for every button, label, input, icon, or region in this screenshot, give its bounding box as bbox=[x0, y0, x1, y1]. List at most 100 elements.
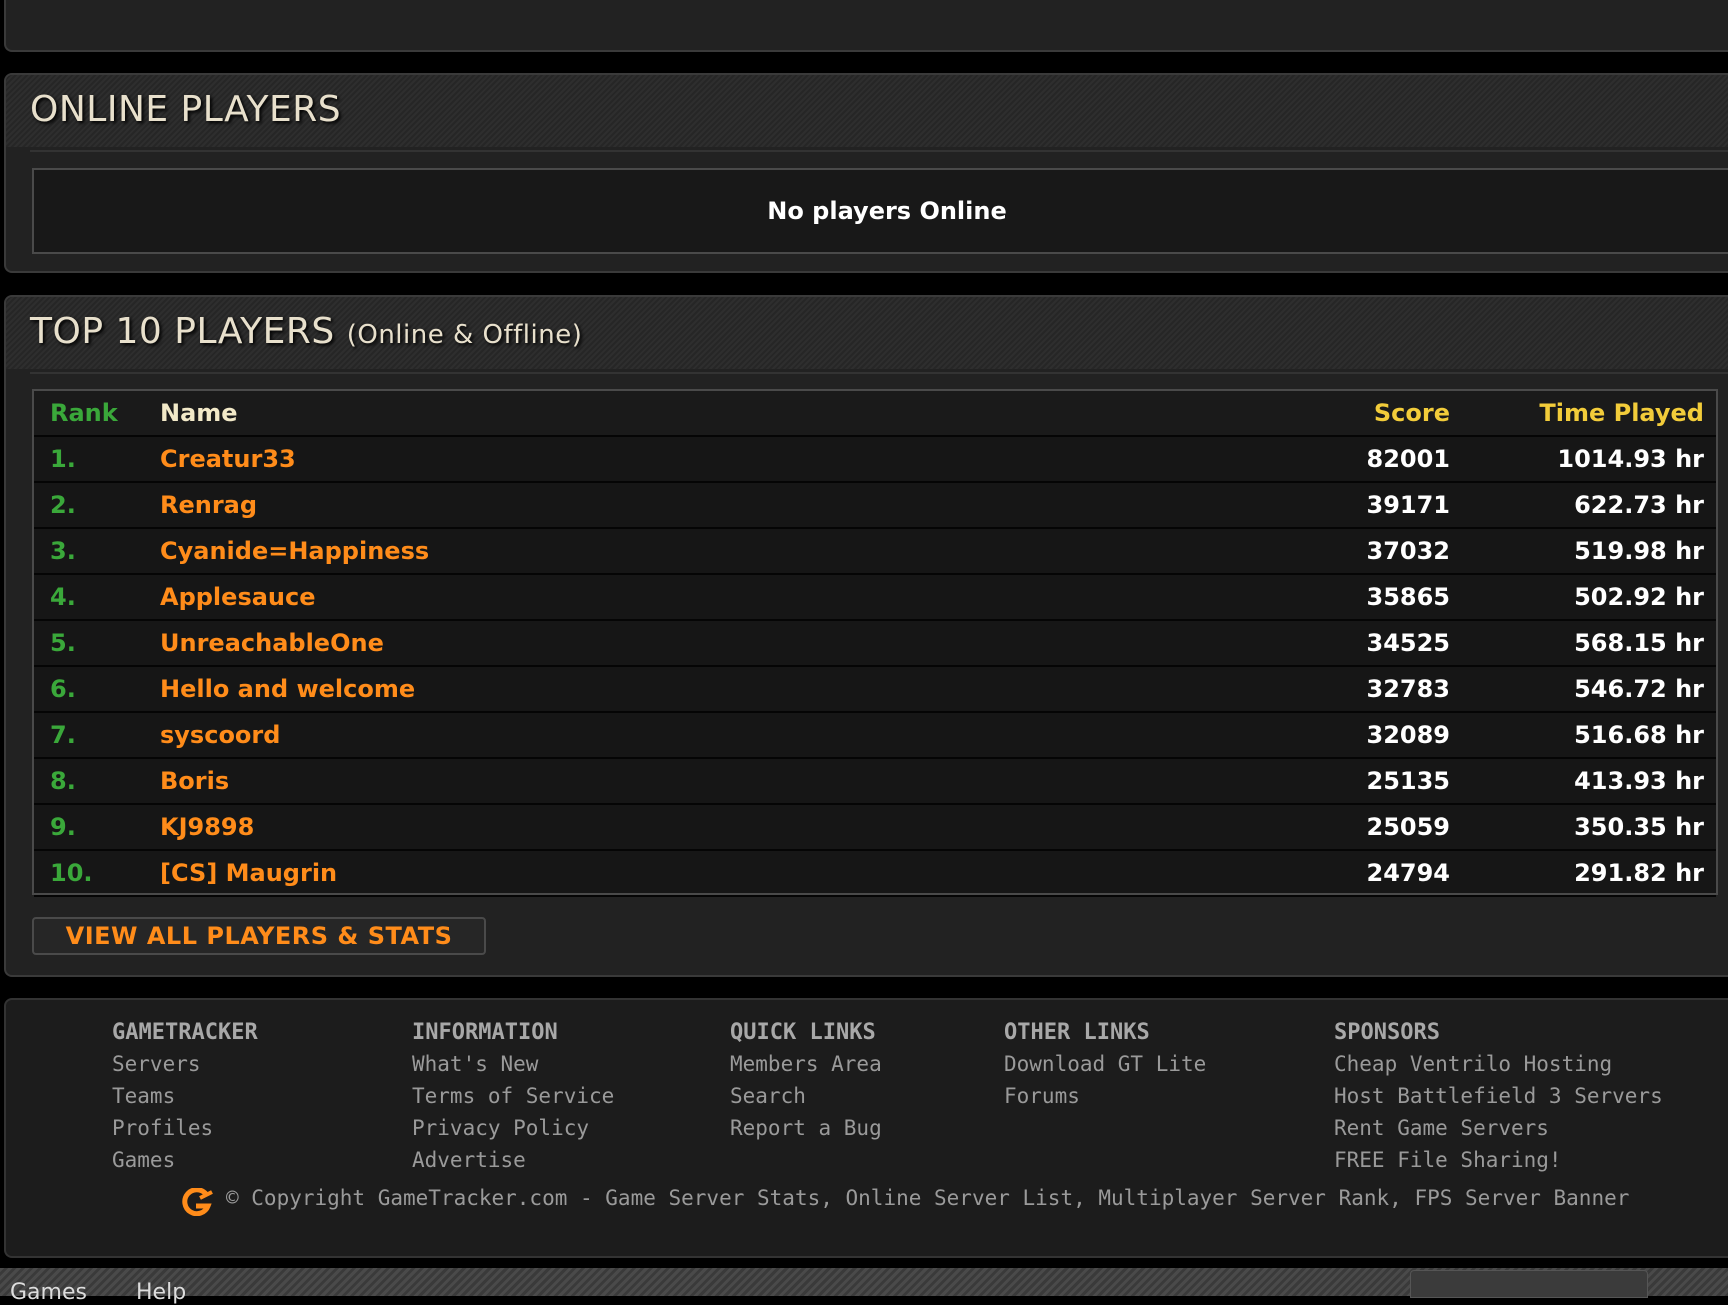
player-name-link[interactable]: Hello and welcome bbox=[160, 675, 415, 703]
footer-link-teams[interactable]: Teams bbox=[112, 1084, 258, 1116]
time-played-cell: 350.35 hr bbox=[1574, 813, 1704, 841]
player-name-link[interactable]: Cyanide=Happiness bbox=[160, 537, 429, 565]
table-row: 9. KJ9898 25059 350.35 hr bbox=[34, 805, 1716, 851]
footer-column-sponsors: SPONSORS Cheap Ventrilo Hosting Host Bat… bbox=[1334, 1020, 1663, 1180]
online-players-title: ONLINE PLAYERS bbox=[30, 89, 342, 130]
table-row: 8. Boris 25135 413.93 hr bbox=[34, 759, 1716, 805]
player-name-link[interactable]: syscoord bbox=[160, 721, 280, 749]
score-cell: 32783 bbox=[1366, 675, 1451, 703]
footer-link-download-gt-lite[interactable]: Download GT Lite bbox=[1004, 1052, 1206, 1084]
time-played-cell: 1014.93 hr bbox=[1557, 445, 1704, 473]
player-name-link[interactable]: Boris bbox=[160, 767, 229, 795]
score-cell: 25059 bbox=[1366, 813, 1451, 841]
online-players-panel: ONLINE PLAYERS No players Online bbox=[4, 73, 1728, 273]
top-players-panel: TOP 10 PLAYERS (Online & Offline) Rank N… bbox=[4, 295, 1728, 977]
table-row: 7. syscoord 32089 516.68 hr bbox=[34, 713, 1716, 759]
table-row: 4. Applesauce 35865 502.92 hr bbox=[34, 575, 1716, 621]
top-panel bbox=[4, 0, 1728, 52]
time-played-column-header[interactable]: Time Played bbox=[1539, 399, 1704, 427]
time-played-cell: 516.68 hr bbox=[1574, 721, 1704, 749]
player-name-link[interactable]: Applesauce bbox=[160, 583, 316, 611]
score-cell: 35865 bbox=[1366, 583, 1451, 611]
top-players-subtitle: (Online & Offline) bbox=[346, 320, 583, 350]
score-cell: 82001 bbox=[1366, 445, 1451, 473]
footer-heading: GAMETRACKER bbox=[112, 1020, 258, 1045]
rank-cell: 4. bbox=[50, 583, 76, 611]
view-all-players-button[interactable]: VIEW ALL PLAYERS & STATS bbox=[32, 917, 486, 955]
table-header-row: Rank Name Score Time Played bbox=[34, 391, 1716, 437]
top-players-title: TOP 10 PLAYERS (Online & Offline) bbox=[30, 311, 582, 352]
top-players-title-text: TOP 10 PLAYERS bbox=[30, 311, 335, 352]
score-cell: 37032 bbox=[1366, 537, 1451, 565]
footer-link-games[interactable]: Games bbox=[112, 1148, 258, 1180]
score-cell: 32089 bbox=[1366, 721, 1451, 749]
footer-column-quick-links: QUICK LINKS Members Area Search Report a… bbox=[730, 1020, 882, 1148]
top-players-table: Rank Name Score Time Played 1. Creatur33… bbox=[32, 389, 1718, 897]
footer-link-privacy[interactable]: Privacy Policy bbox=[412, 1116, 614, 1148]
time-played-cell: 519.98 hr bbox=[1574, 537, 1704, 565]
rank-cell: 2. bbox=[50, 491, 76, 519]
table-row: 2. Renrag 39171 622.73 hr bbox=[34, 483, 1716, 529]
footer-column-information: INFORMATION What's New Terms of Service … bbox=[412, 1020, 614, 1180]
footer-link-ventrilo[interactable]: Cheap Ventrilo Hosting bbox=[1334, 1052, 1663, 1084]
table-row: 6. Hello and welcome 32783 546.72 hr bbox=[34, 667, 1716, 713]
rank-cell: 9. bbox=[50, 813, 76, 841]
table-row: 10. [CS] Maugrin 24794 291.82 hr bbox=[34, 851, 1716, 897]
footer-link-terms[interactable]: Terms of Service bbox=[412, 1084, 614, 1116]
time-played-cell: 413.93 hr bbox=[1574, 767, 1704, 795]
rank-cell: 3. bbox=[50, 537, 76, 565]
table-row: 3. Cyanide=Happiness 37032 519.98 hr bbox=[34, 529, 1716, 575]
divider bbox=[30, 150, 1728, 152]
score-cell: 39171 bbox=[1366, 491, 1451, 519]
footer-link-battlefield[interactable]: Host Battlefield 3 Servers bbox=[1334, 1084, 1663, 1116]
bottom-widget[interactable] bbox=[1410, 1270, 1648, 1298]
footer-heading: OTHER LINKS bbox=[1004, 1020, 1150, 1045]
footer-link-whats-new[interactable]: What's New bbox=[412, 1052, 614, 1084]
footer-link-members-area[interactable]: Members Area bbox=[730, 1052, 882, 1084]
player-name-link[interactable]: KJ9898 bbox=[160, 813, 254, 841]
copyright-text: © Copyright GameTracker.com - Game Serve… bbox=[226, 1186, 1630, 1210]
name-column-header[interactable]: Name bbox=[160, 399, 238, 427]
score-column-header[interactable]: Score bbox=[1374, 399, 1450, 427]
score-cell: 24794 bbox=[1366, 859, 1451, 887]
bottom-link-help[interactable]: Help bbox=[136, 1280, 186, 1305]
time-played-cell: 502.92 hr bbox=[1574, 583, 1704, 611]
footer-link-search[interactable]: Search bbox=[730, 1084, 882, 1116]
footer-heading: INFORMATION bbox=[412, 1020, 558, 1045]
footer-link-rent-servers[interactable]: Rent Game Servers bbox=[1334, 1116, 1663, 1148]
rank-cell: 1. bbox=[50, 445, 76, 473]
player-name-link[interactable]: Creatur33 bbox=[160, 445, 296, 473]
rank-cell: 8. bbox=[50, 767, 76, 795]
rank-cell: 10. bbox=[50, 859, 93, 887]
footer-heading: SPONSORS bbox=[1334, 1020, 1440, 1045]
score-cell: 25135 bbox=[1366, 767, 1451, 795]
bottom-link-games[interactable]: Games bbox=[10, 1280, 87, 1305]
footer-column-gametracker: GAMETRACKER Servers Teams Profiles Games bbox=[112, 1020, 258, 1180]
footer-link-servers[interactable]: Servers bbox=[112, 1052, 258, 1084]
time-played-cell: 568.15 hr bbox=[1574, 629, 1704, 657]
gametracker-logo-icon bbox=[182, 1188, 213, 1216]
player-name-link[interactable]: UnreachableOne bbox=[160, 629, 384, 657]
bottom-bar: Games Help bbox=[0, 1268, 1728, 1305]
player-name-link[interactable]: Renrag bbox=[160, 491, 257, 519]
time-played-cell: 622.73 hr bbox=[1574, 491, 1704, 519]
footer-link-file-sharing[interactable]: FREE File Sharing! bbox=[1334, 1148, 1663, 1180]
rank-cell: 5. bbox=[50, 629, 76, 657]
player-name-link[interactable]: [CS] Maugrin bbox=[160, 859, 337, 887]
table-row: 1. Creatur33 82001 1014.93 hr bbox=[34, 437, 1716, 483]
time-played-cell: 546.72 hr bbox=[1574, 675, 1704, 703]
no-players-message: No players Online bbox=[32, 168, 1728, 254]
score-cell: 34525 bbox=[1366, 629, 1451, 657]
rank-column-header[interactable]: Rank bbox=[50, 399, 118, 427]
table-row: 5. UnreachableOne 34525 568.15 hr bbox=[34, 621, 1716, 667]
rank-cell: 6. bbox=[50, 675, 76, 703]
footer-column-other-links: OTHER LINKS Download GT Lite Forums bbox=[1004, 1020, 1206, 1116]
footer-link-advertise[interactable]: Advertise bbox=[412, 1148, 614, 1180]
footer-link-report-bug[interactable]: Report a Bug bbox=[730, 1116, 882, 1148]
footer-link-forums[interactable]: Forums bbox=[1004, 1084, 1206, 1116]
time-played-cell: 291.82 hr bbox=[1574, 859, 1704, 887]
divider bbox=[30, 372, 1728, 374]
footer-link-profiles[interactable]: Profiles bbox=[112, 1116, 258, 1148]
footer-heading: QUICK LINKS bbox=[730, 1020, 876, 1045]
footer: GAMETRACKER Servers Teams Profiles Games… bbox=[4, 998, 1728, 1258]
